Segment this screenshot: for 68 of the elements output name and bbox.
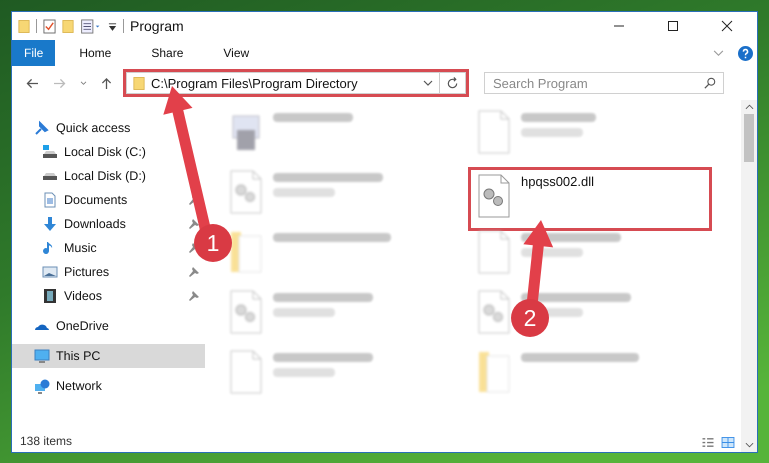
blank-file-icon <box>477 230 511 274</box>
step-badge: 2 <box>511 299 549 337</box>
sidebar-item[interactable]: Quick access <box>12 116 205 140</box>
download-arrow-icon <box>42 216 58 232</box>
maximize-icon[interactable] <box>667 20 679 32</box>
chevron-down-icon[interactable] <box>423 80 433 86</box>
star-pin-icon <box>34 120 50 136</box>
blank-file-icon <box>477 110 511 154</box>
dropdown-icon[interactable] <box>108 22 117 30</box>
gear-file-icon <box>477 290 511 334</box>
sidebar-item[interactable]: OneDrive <box>12 314 205 338</box>
search-field[interactable]: Search Program <box>484 72 724 94</box>
close-icon[interactable] <box>721 20 733 32</box>
blurred-file-type <box>273 188 335 197</box>
window-title: Program <box>130 18 184 34</box>
back-icon[interactable] <box>26 78 39 88</box>
gear-file-icon <box>229 290 263 334</box>
folder-icon <box>477 350 511 394</box>
address-bar[interactable]: C:\Program Files\Program Directory <box>126 72 466 94</box>
help-icon[interactable] <box>738 46 753 60</box>
drive-icon <box>42 144 58 160</box>
up-icon[interactable] <box>101 76 112 90</box>
checklist-icon[interactable] <box>43 18 56 34</box>
blurred-file-type <box>521 128 583 137</box>
sidebar-item[interactable]: Pictures <box>42 260 110 284</box>
scrollbar[interactable] <box>741 100 757 452</box>
scroll-down-icon[interactable] <box>744 442 754 448</box>
gear-file-icon <box>477 174 511 218</box>
properties-icon[interactable] <box>80 18 102 34</box>
blurred-file-type <box>273 308 335 317</box>
chevron-down-icon[interactable] <box>80 80 87 86</box>
pin-icon[interactable] <box>189 267 199 277</box>
monitor-icon <box>34 348 50 364</box>
blurred-file-type <box>273 368 335 377</box>
scrollbar-thumb[interactable] <box>744 114 754 162</box>
sidebar-item[interactable]: Local Disk (D:) <box>42 164 146 188</box>
scroll-up-icon[interactable] <box>744 104 754 110</box>
gear-file-icon <box>229 170 263 214</box>
film-icon <box>42 288 58 304</box>
sidebar-item[interactable]: Videos <box>42 284 102 308</box>
file-name: hpqss002.dll <box>521 174 594 189</box>
file-item[interactable]: hpqss002.dll <box>471 170 709 228</box>
drive-icon <box>42 172 58 180</box>
tiles-view-icon[interactable] <box>721 437 735 448</box>
sidebar-item[interactable]: Downloads <box>42 212 126 236</box>
folder-icon <box>229 230 263 274</box>
sidebar-item[interactable]: This PC <box>12 344 205 368</box>
picture-icon <box>42 264 58 280</box>
ribbon-tab[interactable]: Home <box>63 40 128 66</box>
sidebar-item[interactable]: Music <box>42 236 97 260</box>
blank-file-icon <box>229 350 263 394</box>
ribbon-tab[interactable]: View <box>207 40 266 66</box>
details-view-icon[interactable] <box>701 437 715 448</box>
sidebar-item[interactable]: Local Disk (C:) <box>42 140 146 164</box>
search-icon <box>704 77 716 89</box>
refresh-icon[interactable] <box>446 76 459 90</box>
ribbon-tab[interactable]: File <box>12 40 56 66</box>
item-count: 138 items <box>19 434 74 450</box>
pin-icon[interactable] <box>189 219 199 229</box>
pin-icon[interactable] <box>189 291 199 301</box>
network-icon <box>34 378 50 394</box>
folder-icon <box>133 76 145 90</box>
document-icon <box>42 192 58 208</box>
sidebar-item[interactable]: Documents <box>42 188 128 212</box>
sidebar-item[interactable]: Network <box>12 374 205 398</box>
step-badge: 1 <box>194 224 232 262</box>
ribbon-tab[interactable]: Share <box>135 40 200 66</box>
cloud-icon <box>34 322 50 330</box>
